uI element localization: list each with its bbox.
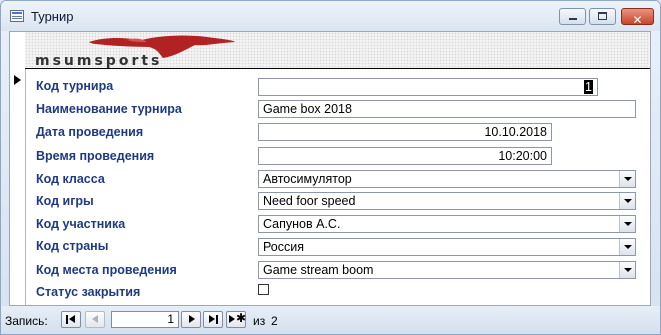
record-navigator: Запись: 1 ✱ из 2 [1,306,660,334]
dropdown-arrow-icon[interactable] [619,171,635,187]
title-bar[interactable]: Турнир ✕ [1,1,660,31]
minimize-button[interactable] [559,8,586,25]
venue-id-value: Game stream boom [263,263,374,277]
logo-text: msumsports [35,53,163,68]
last-record-button[interactable] [203,311,223,328]
form-body: msumsports Код турнира 1 Наименование ту… [9,31,651,306]
maximize-button[interactable] [589,8,616,25]
next-record-button[interactable] [181,311,201,328]
header-divider [25,68,650,69]
participant-id-value: Сапунов А.С. [263,217,341,231]
venue-id-combo[interactable]: Game stream boom [258,261,636,279]
new-record-button[interactable]: ✱ [226,311,246,328]
label-time: Время проведения [36,149,155,163]
label-tournament-name: Наименование турнира [36,102,182,116]
close-button[interactable]: ✕ [621,8,654,27]
dropdown-arrow-icon[interactable] [619,216,635,232]
window-title: Турнир [31,9,74,24]
form-icon [10,10,24,22]
participant-id-combo[interactable]: Сапунов А.С. [258,215,636,233]
game-id-value: Need foor speed [263,194,356,208]
tournament-id-field[interactable]: 1 [258,78,598,96]
record-count: 2 [271,314,278,328]
dropdown-arrow-icon[interactable] [619,193,635,209]
country-id-combo[interactable]: Россия [258,238,636,256]
navigator-of-label: из [253,314,266,328]
current-record-input[interactable]: 1 [111,311,179,328]
label-venue-id: Код места проведения [36,263,177,277]
label-class-id: Код класса [36,172,105,186]
record-selector[interactable] [10,32,26,305]
label-closed-status: Статус закрытия [36,285,141,299]
minimize-icon [569,18,577,20]
class-id-combo[interactable]: Автосимулятор [258,170,636,188]
first-record-button[interactable] [61,311,81,328]
navigator-label: Запись: [5,314,48,328]
game-id-combo[interactable]: Need foor speed [258,192,636,210]
country-id-value: Россия [263,240,304,254]
dropdown-arrow-icon[interactable] [619,239,635,255]
form-header: msumsports [25,32,650,68]
dropdown-arrow-icon[interactable] [619,262,635,278]
class-id-value: Автосимулятор [263,172,352,186]
date-field[interactable]: 10.10.2018 [258,123,552,141]
maximize-icon [598,12,607,20]
closed-status-checkbox[interactable] [258,284,269,295]
form-window: Турнир ✕ msumsports Код турнира 1 Наимен… [0,0,661,335]
previous-record-button[interactable] [85,311,105,328]
time-field[interactable]: 10:20:00 [258,147,552,165]
close-icon: ✕ [632,13,643,27]
label-game-id: Код игры [36,194,94,208]
label-date: Дата проведения [36,125,144,139]
record-selector-arrow-icon [14,75,21,85]
label-participant-id: Код участника [36,217,126,231]
label-country-id: Код страны [36,239,109,253]
label-tournament-id: Код турнира [36,79,114,93]
tournament-name-field[interactable]: Game box 2018 [258,100,636,118]
